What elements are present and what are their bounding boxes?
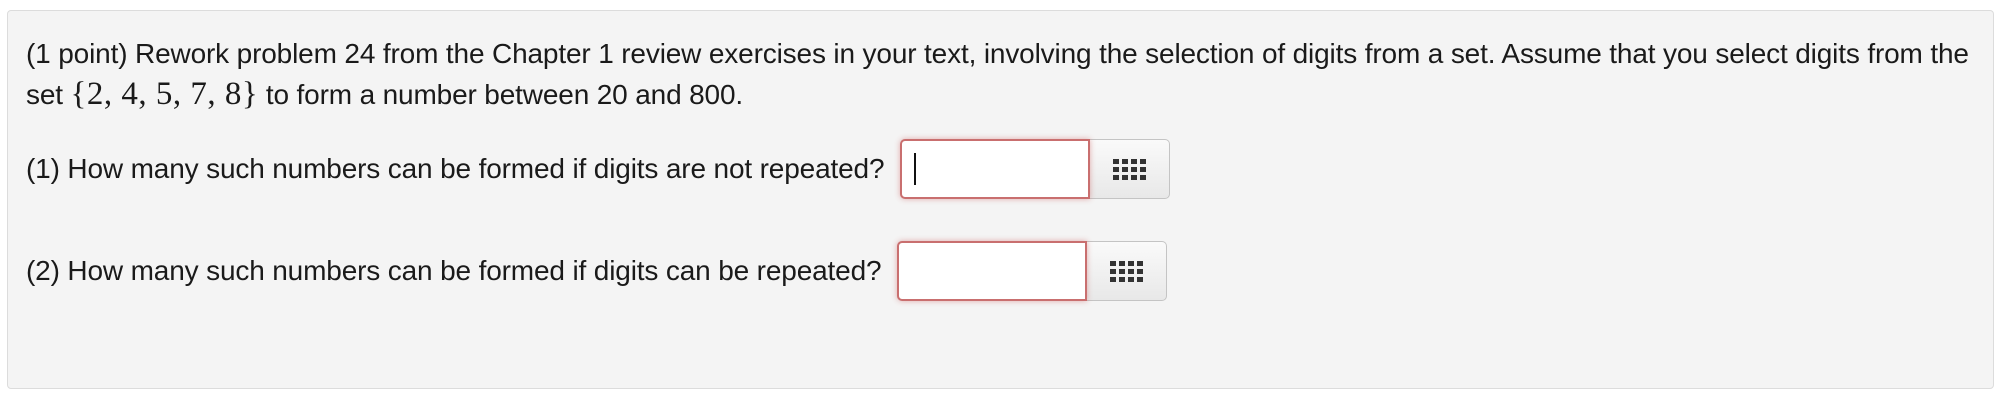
question-2-label: (2) How many such numbers can be formed … bbox=[26, 255, 882, 286]
digit-set: {2, 4, 5, 7, 8} bbox=[70, 76, 259, 112]
answer-group-2 bbox=[897, 241, 1168, 301]
answer-input-1[interactable] bbox=[900, 139, 1091, 199]
keypad-grid-icon bbox=[1113, 158, 1147, 180]
answer-input-2[interactable] bbox=[897, 241, 1088, 301]
question-1: (1) How many such numbers can be formed … bbox=[26, 139, 1171, 199]
answer-group-1 bbox=[900, 139, 1171, 199]
problem-statement: (1 point) Rework problem 24 from the Cha… bbox=[26, 33, 1976, 115]
question-1-label: (1) How many such numbers can be formed … bbox=[26, 153, 885, 184]
intro-text-end: to form a number between 20 and 800. bbox=[265, 79, 744, 110]
keypad-button-2[interactable] bbox=[1087, 241, 1168, 301]
answer-input-wrap-2 bbox=[897, 241, 1088, 301]
keypad-grid-icon bbox=[1110, 260, 1144, 282]
text-caret bbox=[914, 153, 917, 185]
question-2: (2) How many such numbers can be formed … bbox=[26, 241, 1168, 301]
points-label: (1 point) bbox=[26, 38, 128, 69]
problem-panel: (1 point) Rework problem 24 from the Cha… bbox=[7, 10, 1994, 389]
answer-input-wrap-1 bbox=[900, 139, 1091, 199]
keypad-button-1[interactable] bbox=[1090, 139, 1171, 199]
